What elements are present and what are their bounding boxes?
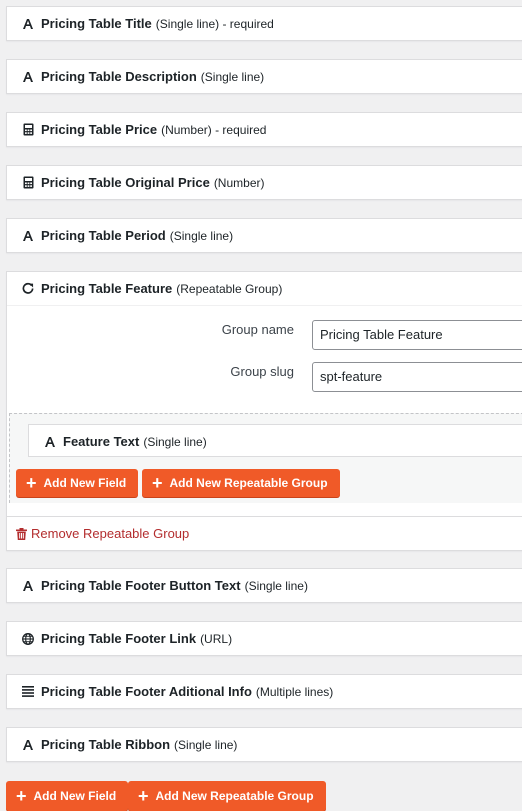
remove-label: Remove Repeatable Group [31, 526, 190, 541]
trash-icon [16, 527, 27, 540]
field-pricing-table-description[interactable]: Pricing Table Description (Single line) [6, 59, 522, 94]
field-name: Feature Text [63, 434, 140, 449]
field-type: (URL) [200, 631, 233, 646]
plus-icon: + [138, 786, 149, 806]
field-type: (Single line) - required [155, 16, 274, 31]
field-name: Pricing Table Footer Aditional Info [41, 684, 252, 699]
plus-icon: + [26, 473, 37, 493]
field-type: (Single line) [174, 737, 238, 752]
text-lines-icon [22, 685, 34, 699]
calculator-icon [22, 123, 34, 137]
calculator-icon [22, 176, 34, 190]
field-name: Pricing Table Title [41, 16, 152, 31]
repeatable-group-pricing-table-feature: Pricing Table Feature (Repeatable Group)… [6, 271, 522, 551]
group-name-input[interactable]: Pricing Table Feature [312, 320, 522, 350]
field-type: (Multiple lines) [255, 684, 334, 699]
group-name-label: Group name [221, 322, 294, 337]
field-pricing-table-title[interactable]: Pricing Table Title (Single line) - requ… [6, 6, 522, 41]
remove-repeatable-group-link[interactable]: Remove Repeatable Group [16, 526, 189, 541]
group-type: (Repeatable Group) [176, 281, 283, 296]
field-name: Pricing Table Ribbon [41, 737, 171, 752]
group-name: Pricing Table Feature [41, 281, 173, 296]
button-label: Add New Repeatable Group [169, 476, 328, 490]
add-new-repeatable-group-button[interactable]: + Add New Repeatable Group [128, 781, 326, 811]
group-add-new-repeatable-group-button[interactable]: + Add New Repeatable Group [142, 469, 340, 497]
text-a-icon [22, 229, 34, 243]
divider [7, 516, 522, 517]
field-name: Pricing Table Original Price [41, 175, 210, 190]
field-pricing-table-period[interactable]: Pricing Table Period (Single line) [6, 218, 522, 253]
field-pricing-table-price[interactable]: Pricing Table Price (Number) - required [6, 112, 522, 147]
text-a-icon [44, 435, 56, 449]
text-a-icon [22, 17, 34, 31]
field-name: Pricing Table Period [41, 228, 166, 243]
field-pricing-table-ribbon[interactable]: Pricing Table Ribbon (Single line) [6, 727, 522, 762]
field-name: Pricing Table Footer Link [41, 631, 197, 646]
field-type: (Single line) [244, 578, 308, 593]
repeat-icon [22, 282, 34, 296]
field-type: (Number) [213, 175, 265, 190]
text-a-icon [22, 579, 34, 593]
add-new-field-button[interactable]: + Add New Field [6, 781, 129, 811]
text-a-icon [22, 738, 34, 752]
text-a-icon [22, 70, 34, 84]
field-name: Pricing Table Description [41, 69, 197, 84]
field-name: Pricing Table Footer Button Text [41, 578, 241, 593]
plus-icon: + [152, 473, 163, 493]
plus-icon: + [16, 786, 27, 806]
field-pricing-table-footer-aditional-info[interactable]: Pricing Table Footer Aditional Info (Mul… [6, 674, 522, 709]
field-type: (Single line) [143, 434, 207, 449]
button-label: Add New Field [33, 789, 117, 803]
field-type: (Single line) [169, 228, 234, 243]
globe-icon [22, 632, 34, 646]
repeatable-group-body: Group name Pricing Table Feature Group s… [7, 305, 522, 551]
field-name: Pricing Table Price [41, 122, 158, 137]
group-slug-input[interactable]: spt-feature [312, 362, 522, 392]
field-feature-text[interactable]: Feature Text (Single line) [28, 424, 522, 457]
group-slug-label: Group slug [230, 364, 294, 379]
field-pricing-table-footer-button-text[interactable]: Pricing Table Footer Button Text (Single… [6, 568, 522, 603]
field-pricing-table-footer-link[interactable]: Pricing Table Footer Link (URL) [6, 621, 522, 656]
repeatable-group-header[interactable]: Pricing Table Feature (Repeatable Group) [7, 272, 522, 305]
button-label: Add New Field [43, 476, 127, 490]
field-type: (Single line) [200, 69, 265, 84]
button-label: Add New Repeatable Group [155, 789, 314, 803]
field-type: (Number) - required [161, 122, 267, 137]
group-add-new-field-button[interactable]: + Add New Field [16, 469, 139, 497]
field-pricing-table-original-price[interactable]: Pricing Table Original Price (Number) [6, 165, 522, 200]
